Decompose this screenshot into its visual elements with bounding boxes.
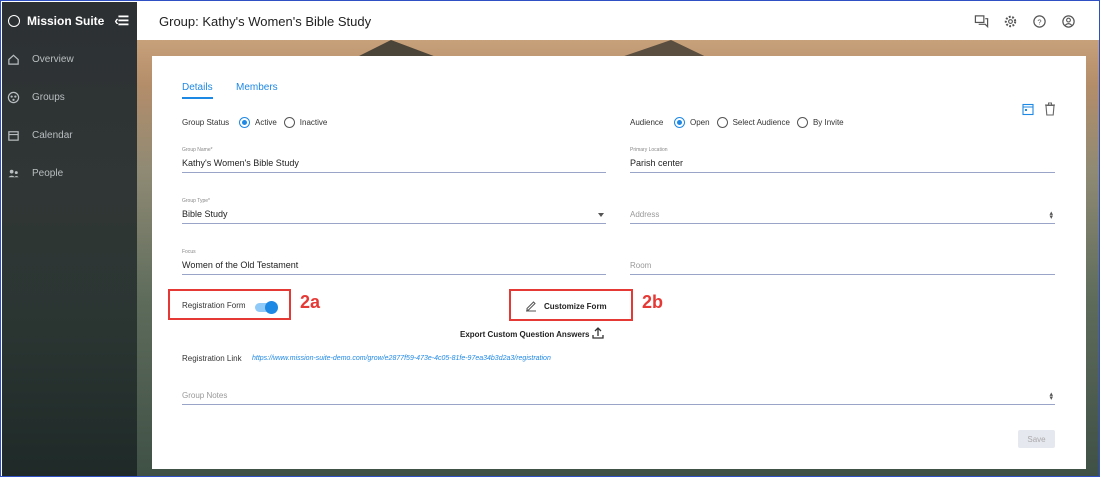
audience-option-select[interactable]: Select Audience — [716, 117, 790, 128]
calendar-icon[interactable] — [1022, 102, 1034, 116]
address-select[interactable]: Address ▴ ▾ — [630, 198, 1055, 224]
registration-link-label: Registration Link — [182, 354, 242, 363]
sidebar-item-label: Overview — [32, 53, 74, 65]
account-icon[interactable] — [1061, 14, 1076, 29]
room-placeholder: Room — [630, 261, 652, 270]
chat-icon[interactable] — [974, 14, 989, 29]
sidebar-item-label: People — [32, 167, 64, 179]
field-label: Focus — [182, 249, 196, 255]
audience-option-open[interactable]: Open — [674, 117, 710, 128]
gear-icon[interactable] — [1003, 14, 1018, 29]
upload-icon[interactable] — [591, 326, 605, 340]
pencil-icon[interactable] — [524, 298, 538, 312]
sort-arrows-icon: ▴ ▾ — [1049, 391, 1053, 402]
calendar-icon — [7, 129, 20, 142]
brand-name: Mission Suite — [27, 14, 105, 28]
export-answers-button[interactable]: Export Custom Question Answers — [460, 330, 590, 339]
home-icon — [7, 53, 20, 66]
sidebar-item-label: Calendar — [32, 129, 73, 141]
sidebar-item-calendar[interactable]: Calendar — [2, 116, 137, 154]
group-name-value: Kathy's Women's Bible Study — [182, 158, 299, 168]
callout-label-2b: 2b — [642, 292, 664, 312]
option-label: Select Audience — [732, 118, 790, 127]
groups-icon — [7, 91, 20, 104]
radio-open[interactable] — [674, 117, 685, 128]
trash-icon[interactable] — [1044, 102, 1056, 116]
group-type-select[interactable]: Group Type* Bible Study — [182, 198, 606, 224]
radio-active[interactable] — [239, 117, 250, 128]
people-icon — [7, 167, 20, 180]
chevron-down-icon — [598, 213, 604, 217]
option-label: By Invite — [812, 118, 844, 127]
tab-members[interactable]: Members — [236, 82, 278, 93]
sidebar-item-groups[interactable]: Groups — [2, 78, 137, 116]
group-notes-field[interactable]: Group Notes ▴ ▾ — [182, 381, 1055, 405]
sidebar-item-label: Groups — [32, 91, 65, 103]
primary-location-value: Parish center — [630, 158, 684, 168]
room-field[interactable]: Room — [630, 249, 1055, 275]
sidebar: Mission Suite ‹☰ Overview Groups Calenda… — [2, 2, 137, 476]
brand: Mission Suite ‹☰ — [2, 2, 137, 40]
registration-link[interactable]: https://www.mission-suite-demo.com/grow/… — [252, 355, 551, 362]
status-option-active[interactable]: Active — [239, 117, 277, 128]
group-notes-placeholder: Group Notes — [182, 391, 228, 400]
tab-details[interactable]: Details — [182, 82, 213, 99]
field-label: Primary Location — [630, 147, 668, 153]
svg-text:?: ? — [1037, 17, 1041, 26]
header-actions: ? — [974, 14, 1076, 29]
registration-form-toggle[interactable] — [255, 301, 278, 314]
group-status-radio-group: Active Inactive — [239, 117, 334, 128]
logo-icon — [8, 15, 20, 27]
address-placeholder: Address — [630, 210, 660, 219]
page-title: Group: Kathy's Women's Bible Study — [159, 13, 372, 29]
group-type-value: Bible Study — [182, 209, 228, 219]
option-label: Inactive — [299, 118, 328, 127]
customize-form-button[interactable]: Customize Form — [544, 302, 607, 311]
sidebar-item-people[interactable]: People — [2, 154, 137, 192]
sidebar-item-overview[interactable]: Overview — [2, 40, 137, 78]
app-window: Mission Suite ‹☰ Overview Groups Calenda… — [0, 0, 1100, 477]
audience-label: Audience — [630, 118, 664, 127]
card-actions — [1022, 102, 1056, 116]
option-label: Active — [255, 118, 277, 127]
group-details-card: Details Members Group Status Active Inac… — [152, 56, 1086, 469]
group-name-field[interactable]: Group Name* Kathy's Women's Bible Study — [182, 147, 606, 173]
help-icon[interactable]: ? — [1032, 14, 1047, 29]
audience-radio-group: Open Select Audience By Invite — [674, 117, 851, 128]
callout-label-2a: 2a — [300, 292, 321, 312]
sort-arrows-icon: ▴ ▾ — [1049, 210, 1053, 221]
top-bar: Group: Kathy's Women's Bible Study ? — [137, 2, 1099, 40]
collapse-menu-icon[interactable]: ‹☰ — [114, 13, 129, 29]
save-button[interactable]: Save — [1018, 430, 1055, 448]
radio-select-audience[interactable] — [716, 117, 728, 128]
radio-by-invite[interactable] — [796, 117, 808, 128]
registration-form-label: Registration Form — [182, 301, 246, 310]
focus-field[interactable]: Focus Women of the Old Testament — [182, 249, 606, 275]
radio-inactive[interactable] — [283, 117, 295, 128]
option-label: Open — [690, 118, 710, 127]
status-option-inactive[interactable]: Inactive — [283, 117, 328, 128]
focus-value: Women of the Old Testament — [182, 260, 299, 270]
field-label: Group Name* — [182, 147, 213, 153]
audience-option-invite[interactable]: By Invite — [796, 117, 844, 128]
primary-location-field[interactable]: Primary Location Parish center — [630, 147, 1055, 173]
field-label: Group Type* — [182, 198, 210, 204]
group-status-label: Group Status — [182, 118, 230, 127]
